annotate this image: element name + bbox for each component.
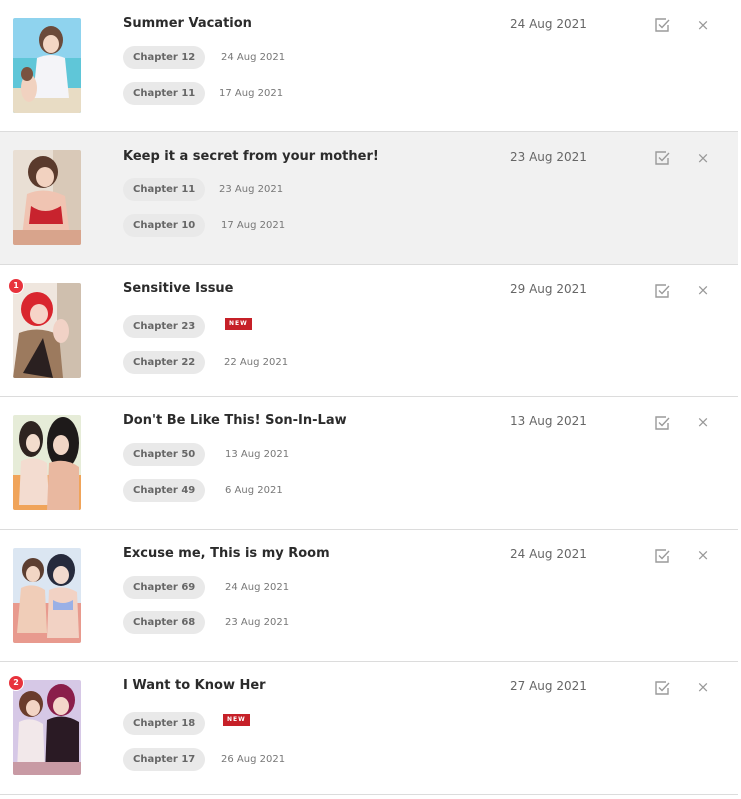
comic-title[interactable]: Keep it a secret from your mother!: [123, 149, 379, 164]
chapter-chip[interactable]: Chapter 68: [123, 611, 206, 634]
notification-badge: 2: [8, 675, 24, 691]
close-icon[interactable]: ×: [696, 17, 710, 33]
cover-image: [13, 18, 81, 113]
check-square-icon[interactable]: [654, 150, 670, 166]
comic-title[interactable]: Summer Vacation: [123, 16, 252, 31]
chapter-date: 17 Aug 2021: [221, 220, 286, 231]
chapter-date: 22 Aug 2021: [224, 357, 289, 368]
update-date: 23 Aug 2021: [510, 150, 587, 164]
comic-title[interactable]: Sensitive Issue: [123, 281, 234, 296]
chapter-chip[interactable]: Chapter 49: [123, 479, 206, 502]
comic-title[interactable]: Don't Be Like This! Son-In-Law: [123, 413, 347, 428]
update-date: 27 Aug 2021: [510, 679, 587, 693]
check-square-icon[interactable]: [654, 415, 670, 431]
check-square-icon[interactable]: [654, 548, 670, 564]
chapter-chip[interactable]: Chapter 17: [123, 748, 206, 771]
cover-thumbnail[interactable]: [13, 283, 81, 378]
update-date: 24 Aug 2021: [510, 17, 587, 31]
chapter-chip[interactable]: Chapter 11: [123, 178, 206, 201]
close-icon[interactable]: ×: [696, 150, 710, 166]
chapter-date: 24 Aug 2021: [225, 582, 290, 593]
cover-image: [13, 150, 81, 245]
chapter-chip[interactable]: Chapter 22: [123, 351, 206, 374]
chapter-date: 17 Aug 2021: [219, 88, 284, 99]
chapter-chip[interactable]: Chapter 12: [123, 46, 206, 69]
cover-thumbnail[interactable]: [13, 18, 81, 113]
check-square-icon[interactable]: [654, 283, 670, 299]
comic-title[interactable]: I Want to Know Her: [123, 678, 266, 693]
list-item: 2 I Want to Know Her Chapter 18 NEW Chap…: [0, 662, 738, 795]
cover-image: [13, 283, 81, 378]
cover-thumbnail[interactable]: [13, 680, 81, 775]
notification-badge: 1: [8, 278, 24, 294]
cover-image: [13, 415, 81, 510]
chapter-date: 6 Aug 2021: [225, 485, 283, 496]
close-icon[interactable]: ×: [696, 547, 710, 563]
chapter-chip[interactable]: Chapter 69: [123, 576, 206, 599]
close-icon[interactable]: ×: [696, 414, 710, 430]
chapter-chip[interactable]: Chapter 18: [123, 712, 206, 735]
cover-thumbnail[interactable]: [13, 548, 81, 643]
chapter-date: 23 Aug 2021: [219, 184, 284, 195]
chapter-chip[interactable]: Chapter 50: [123, 443, 206, 466]
cover-thumbnail[interactable]: [13, 415, 81, 510]
list-item: 1 Sensitive Issue Chapter 23 NEW Chapter…: [0, 265, 738, 397]
chapter-date: 13 Aug 2021: [225, 449, 290, 460]
comic-title[interactable]: Excuse me, This is my Room: [123, 546, 330, 561]
chapter-date: 23 Aug 2021: [225, 617, 290, 628]
chapter-chip[interactable]: Chapter 23: [123, 315, 206, 338]
close-icon[interactable]: ×: [696, 679, 710, 695]
update-date: 13 Aug 2021: [510, 414, 587, 428]
list-item: Excuse me, This is my Room Chapter 69 24…: [0, 530, 738, 662]
check-square-icon[interactable]: [654, 680, 670, 696]
cover-thumbnail[interactable]: [13, 150, 81, 245]
list-item: Keep it a secret from your mother! Chapt…: [0, 132, 738, 265]
cover-image: [13, 548, 81, 643]
list-item: Summer Vacation Chapter 12 24 Aug 2021 C…: [0, 0, 738, 132]
chapter-chip[interactable]: Chapter 11: [123, 82, 206, 105]
update-date: 29 Aug 2021: [510, 282, 587, 296]
check-square-icon[interactable]: [654, 17, 670, 33]
new-tag: NEW: [225, 318, 252, 330]
chapter-date: 26 Aug 2021: [221, 754, 286, 765]
chapter-date: 24 Aug 2021: [221, 52, 286, 63]
chapter-chip[interactable]: Chapter 10: [123, 214, 206, 237]
cover-image: [13, 680, 81, 775]
close-icon[interactable]: ×: [696, 282, 710, 298]
update-date: 24 Aug 2021: [510, 547, 587, 561]
list-item: Don't Be Like This! Son-In-Law Chapter 5…: [0, 397, 738, 530]
reading-list: Summer Vacation Chapter 12 24 Aug 2021 C…: [0, 0, 738, 795]
new-tag: NEW: [223, 714, 250, 726]
